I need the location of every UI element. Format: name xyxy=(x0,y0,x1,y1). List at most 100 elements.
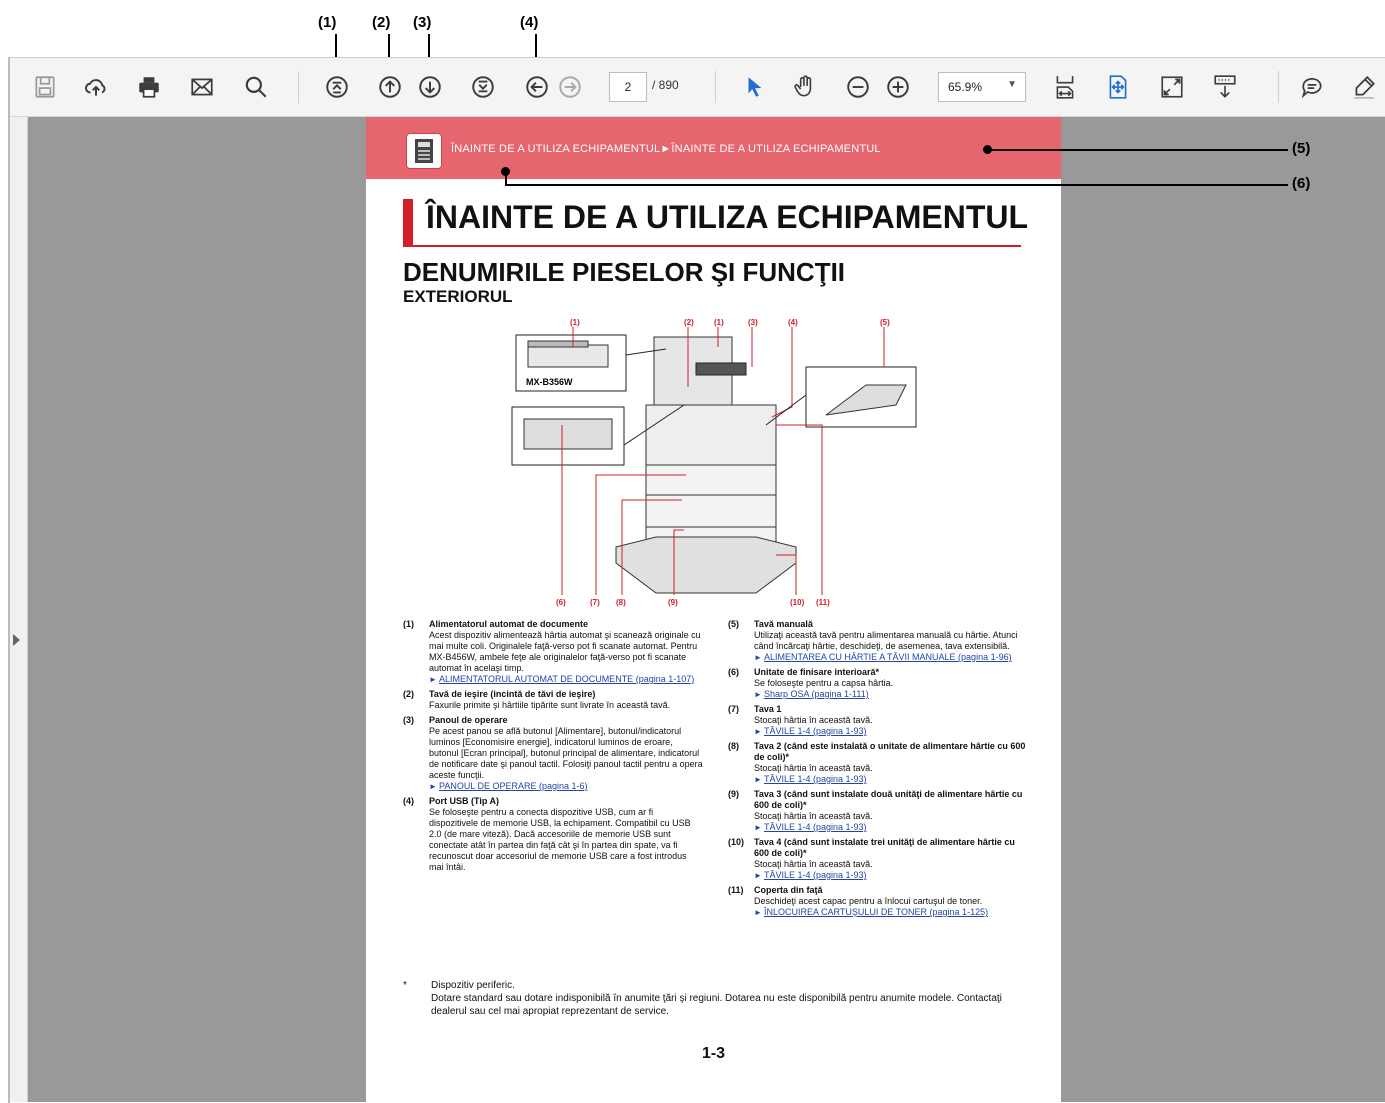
item-number: (3) xyxy=(403,715,414,725)
callout-6-line xyxy=(505,171,507,185)
diagram-label: (2) xyxy=(684,318,694,327)
callout-6: (6) xyxy=(1292,175,1311,192)
fit-width-icon[interactable] xyxy=(1103,72,1133,102)
item-title: Port USB (Tip A) xyxy=(429,796,499,806)
item-link[interactable]: TĂVILE 1-4 (pagina 1-93) xyxy=(754,774,1028,785)
first-page-icon[interactable] xyxy=(322,72,352,102)
diagram-label: (7) xyxy=(590,598,600,607)
page-total-label: / 890 xyxy=(652,78,679,92)
cloud-upload-icon[interactable] xyxy=(81,72,111,102)
item-number: (2) xyxy=(403,689,414,699)
item-link[interactable]: ALIMENTATORUL AUTOMAT DE DOCUMENTE (pagi… xyxy=(429,674,703,685)
save-icon[interactable] xyxy=(30,72,60,102)
item-link[interactable]: ÎNLOCUIREA CARTUŞULUI DE TONER (pagina 1… xyxy=(754,907,1028,918)
previous-page-icon[interactable] xyxy=(375,72,405,102)
last-page-icon[interactable] xyxy=(468,72,498,102)
list-item: (6) Unitate de finisare interioară* Se f… xyxy=(728,667,1028,700)
list-item: (4) Port USB (Tip A) Se foloseşte pentru… xyxy=(403,796,703,873)
item-title: Tavă manuală xyxy=(754,619,813,629)
callout-2: (2) xyxy=(372,14,391,31)
diagram-label: (8) xyxy=(616,598,626,607)
callout-4: (4) xyxy=(520,14,539,31)
next-view-icon[interactable] xyxy=(555,72,585,102)
list-item: (10) Tava 4 (când sunt instalate trei un… xyxy=(728,837,1028,881)
item-title: Tava 4 (când sunt instalate trei unităţi… xyxy=(754,837,1015,858)
item-link[interactable]: PANOUL DE OPERARE (pagina 1-6) xyxy=(429,781,703,792)
callout-1: (1) xyxy=(318,14,337,31)
zoom-in-icon[interactable] xyxy=(883,72,913,102)
search-icon[interactable] xyxy=(241,72,271,102)
item-title: Tavă de ieşire (incintă de tăvi de ieşir… xyxy=(429,689,596,699)
list-item: (9) Tava 3 (când sunt instalate două uni… xyxy=(728,789,1028,833)
chevron-down-icon: ▼ xyxy=(1007,79,1017,90)
item-title: Alimentatorul automat de documente xyxy=(429,619,589,629)
item-link[interactable]: ALIMENTAREA CU HÂRTIE A TĂVII MANUALE (p… xyxy=(754,652,1028,663)
title-underline xyxy=(403,245,1021,247)
list-item: (11) Coperta din faţă Deschideţi acest c… xyxy=(728,885,1028,918)
next-page-icon[interactable] xyxy=(415,72,445,102)
item-text: Deschideţi acest capac pentru a înlocui … xyxy=(754,896,983,906)
diagram-label: (3) xyxy=(748,318,758,327)
item-text: Faxurile primite şi hârtiile tipărite su… xyxy=(429,700,671,710)
item-number: (4) xyxy=(403,796,414,806)
page-title: ÎNAINTE DE A UTILIZA ECHIPAMENTUL xyxy=(426,199,1029,235)
footnote-mark: * xyxy=(403,980,407,991)
full-screen-icon[interactable] xyxy=(1157,72,1187,102)
item-number: (1) xyxy=(403,619,414,629)
highlight-icon[interactable] xyxy=(1349,72,1379,102)
machine-icon xyxy=(406,133,442,169)
item-link[interactable]: TĂVILE 1-4 (pagina 1-93) xyxy=(754,870,1028,881)
comment-icon[interactable] xyxy=(1297,72,1327,102)
document-page: ÎNAINTE DE A UTILIZA ECHIPAMENTUL►ÎNAINT… xyxy=(366,117,1061,1102)
list-item: (1) Alimentatorul automat de documente A… xyxy=(403,619,703,685)
section-heading: DENUMIRILE PIESELOR ŞI FUNCŢII xyxy=(403,257,846,287)
callout-5-line xyxy=(988,149,1288,151)
item-number: (7) xyxy=(728,704,739,714)
diagram-label: (10) xyxy=(790,598,805,607)
print-icon[interactable] xyxy=(134,72,164,102)
printer-diagram: (1) (2) (1) (3) (4) (5) (6) (7) (8) (9) … xyxy=(506,315,926,613)
item-link[interactable]: TĂVILE 1-4 (pagina 1-93) xyxy=(754,822,1028,833)
item-title: Unitate de finisare interioară* xyxy=(754,667,880,677)
toolbar-separator xyxy=(298,71,299,103)
page-number-input[interactable]: 2 xyxy=(609,72,647,102)
left-description-column: (1) Alimentatorul automat de documente A… xyxy=(403,619,703,877)
select-tool-icon[interactable] xyxy=(740,72,770,102)
item-text: Stocaţi hârtia în această tavă. xyxy=(754,715,873,725)
left-panel-rail[interactable] xyxy=(10,117,28,1102)
previous-view-icon[interactable] xyxy=(522,72,552,102)
callout-5: (5) xyxy=(1292,140,1311,157)
item-text: Pe acest panou se află butonul [Alimenta… xyxy=(429,726,703,780)
expand-panel-arrow-icon[interactable] xyxy=(13,634,20,646)
email-icon[interactable] xyxy=(187,72,217,102)
scroll-mode-icon[interactable] xyxy=(1210,72,1240,102)
fit-page-icon[interactable] xyxy=(1050,72,1080,102)
section-subheading: EXTERIORUL xyxy=(403,287,513,306)
footnote: * Dispozitiv periferic. Dotare standard … xyxy=(403,979,1023,1018)
breadcrumb[interactable]: ÎNAINTE DE A UTILIZA ECHIPAMENTUL►ÎNAINT… xyxy=(451,143,881,155)
item-title: Tava 2 (când este instalată o unitate de… xyxy=(754,741,1026,762)
hand-tool-icon[interactable] xyxy=(790,72,820,102)
item-text: Stocaţi hârtia în această tavă. xyxy=(754,859,873,869)
zoom-out-icon[interactable] xyxy=(843,72,873,102)
item-title: Panoul de operare xyxy=(429,715,508,725)
item-title: Tava 3 (când sunt instalate două unităţi… xyxy=(754,789,1023,810)
item-link[interactable]: TĂVILE 1-4 (pagina 1-93) xyxy=(754,726,1028,737)
title-accent-bar xyxy=(403,199,413,245)
item-number: (5) xyxy=(728,619,739,629)
list-item: (2) Tavă de ieşire (incintă de tăvi de i… xyxy=(403,689,703,711)
zoom-value: 65.9% xyxy=(948,80,983,94)
item-text: Utilizaţi această tavă pentru alimentare… xyxy=(754,630,1018,651)
item-number: (11) xyxy=(728,885,744,895)
right-description-column: (5) Tavă manuală Utilizaţi această tavă … xyxy=(728,619,1028,922)
diagram-label: (9) xyxy=(668,598,678,607)
callout-3: (3) xyxy=(413,14,432,31)
item-text: Se foloseşte pentru a conecta dispozitiv… xyxy=(429,807,691,872)
zoom-select[interactable]: 65.9% ▼ xyxy=(938,72,1026,102)
model-label: MX-B356W xyxy=(526,377,573,387)
item-title: Tava 1 xyxy=(754,704,782,714)
footnote-text: Dispozitiv periferic. Dotare standard sa… xyxy=(431,980,1002,1017)
item-link[interactable]: Sharp OSA (pagina 1-111) xyxy=(754,689,1028,700)
list-item: (7) Tava 1 Stocaţi hârtia în această tav… xyxy=(728,704,1028,737)
page-header-bar: ÎNAINTE DE A UTILIZA ECHIPAMENTUL►ÎNAINT… xyxy=(366,117,1061,179)
